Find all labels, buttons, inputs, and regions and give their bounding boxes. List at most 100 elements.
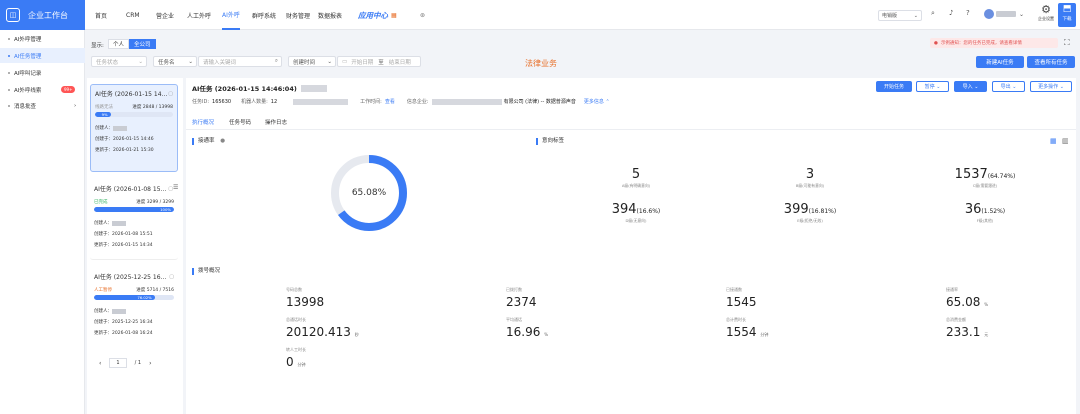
sidebar: AI外呼管理 AI任务管理 AI呼叫记录 AI外呼线索 99+ 消息批查 ›: [0, 30, 85, 414]
stat-d: 394(16.6%) D级(无意向): [611, 202, 661, 223]
list-icon[interactable]: ☰: [173, 184, 178, 191]
progress-bar: 9%: [95, 112, 173, 117]
edition-select[interactable]: 电销版 ⌄: [878, 10, 922, 21]
kpi-total-duration: 总通话时长 20120.413 秒: [286, 317, 359, 339]
warning-icon: ●: [934, 40, 938, 46]
nav-group-call[interactable]: 群呼系统: [252, 0, 276, 30]
grid-view-icon[interactable]: ▦: [1050, 137, 1057, 145]
next-page-button[interactable]: ›: [149, 360, 151, 367]
search-icon[interactable]: ⌕: [931, 9, 935, 18]
kpi-dialed: 已拨打数 2374: [506, 287, 537, 309]
count-badge: 99+: [61, 86, 76, 93]
import-button[interactable]: 导入 ⌄: [954, 81, 987, 92]
nav-reports[interactable]: 数据报表: [318, 0, 342, 30]
stat-a: 5 A级(有明确意向): [621, 167, 651, 188]
download-button[interactable]: ⬒ 下载: [1058, 3, 1076, 27]
task-card[interactable]: AI任务 (2026-01-08 15... ▢ 已完成 进度 3299 / 3…: [90, 180, 178, 260]
creator-name: [112, 309, 126, 314]
kpi-transfer-duration: 转人工时长 0 分钟: [286, 347, 306, 369]
task-card[interactable]: AI任务 (2026-01-15 14... ▢ 线路无法 进度 2848 / …: [90, 84, 178, 172]
progress-fill: 9%: [95, 112, 111, 117]
name-select[interactable]: 任务名 ⌄: [153, 56, 197, 67]
date-range[interactable]: ▭ 开始日期 至 结束日期: [337, 56, 421, 67]
stat-f: 36(1.52%) F级(其他): [964, 202, 1006, 223]
chevron-down-icon: ⌄: [188, 58, 193, 65]
grid-icon: ▦: [391, 11, 397, 19]
creator-name: [113, 126, 127, 131]
view-all-button[interactable]: 查看所有任务: [1027, 56, 1075, 68]
kpi-total-numbers: 号码总数 13998: [286, 287, 325, 309]
warning-banner: ● 示例通知：您的任务已完成，请查看详情: [930, 38, 1058, 48]
start-task-button[interactable]: 开始任务: [876, 81, 912, 92]
avatar[interactable]: [984, 9, 994, 19]
tab-numbers[interactable]: 任务号码: [229, 118, 251, 126]
business-label: 法律业务: [525, 59, 557, 68]
redacted-text: [293, 98, 349, 105]
export-button[interactable]: 导出 ⌄: [992, 81, 1025, 92]
settings-icon[interactable]: ⊛: [420, 0, 425, 30]
user-name[interactable]: [996, 11, 1016, 17]
pagination: ‹ 1 / 1 ›: [99, 358, 152, 368]
more-actions-button[interactable]: 更多操作 ⌄: [1030, 81, 1072, 92]
copy-icon[interactable]: ▢: [169, 274, 174, 280]
keyword-input[interactable]: 请输入关键词 ⌕: [198, 56, 282, 67]
status-select[interactable]: 任务状态 ⌄: [91, 56, 147, 67]
nav-ai-call[interactable]: AI外呼: [222, 0, 240, 30]
enterprise-settings[interactable]: ⚙ 企业设置: [1035, 4, 1057, 22]
connect-rate-title: 接通率 ●: [192, 138, 225, 145]
progress-fill: 76.02%: [94, 295, 155, 300]
toggle-company[interactable]: 全公司: [129, 39, 156, 49]
help-icon[interactable]: ?: [966, 9, 970, 17]
tab-logs[interactable]: 操作日志: [265, 118, 287, 126]
sidebar-item-message[interactable]: 消息批查 ›: [0, 98, 85, 113]
creator-name: [112, 221, 126, 226]
chevron-down-icon: ⌄: [327, 58, 332, 65]
progress-bar: 76.02%: [94, 295, 174, 300]
kpi-connect-rate: 接通率 65.08 %: [946, 287, 988, 309]
sidebar-item-ai-call-records[interactable]: AI呼叫记录: [0, 65, 85, 80]
app-center-link[interactable]: 应用中心 ▦: [358, 0, 397, 30]
fullscreen-icon[interactable]: ⛶: [1064, 38, 1070, 48]
brand-title: 企业工作台: [28, 10, 68, 20]
calendar-icon: ▭: [342, 58, 348, 65]
nav-finance[interactable]: 财务管理: [286, 0, 310, 30]
info-icon[interactable]: ●: [220, 138, 225, 144]
redacted-text: [300, 84, 327, 92]
nav-manual-call[interactable]: 人工外呼: [187, 0, 211, 30]
nav-enterprise[interactable]: 营企业: [156, 0, 174, 30]
task-list: AI任务 (2026-01-15 14... ▢ 线路无法 进度 2848 / …: [87, 78, 183, 414]
download-icon: ⬒: [1062, 4, 1072, 14]
bar-chart-icon[interactable]: ▥: [1062, 137, 1069, 145]
pause-button[interactable]: 暂停 ⌄: [916, 81, 949, 92]
task-detail: AI任务 (2026-01-15 14:46:04) 任务ID: 165630 …: [186, 78, 1076, 414]
brand[interactable]: ◫ 企业工作台: [0, 0, 85, 30]
sidebar-item-ai-call-manage[interactable]: AI外呼管理: [0, 31, 85, 46]
chevron-down-icon: ⌄: [913, 12, 918, 19]
chevron-down-icon: ⌄: [138, 58, 143, 65]
chevron-right-icon: ›: [74, 102, 77, 109]
divider: [186, 129, 1076, 130]
search-icon[interactable]: ⌕: [275, 58, 278, 65]
top-bar: ◫ 企业工作台 首页 CRM 营企业 人工外呼 AI外呼 群呼系统 财务管理 数…: [0, 0, 1080, 30]
chevron-down-icon[interactable]: ⌄: [1019, 11, 1024, 18]
progress-bar: 100%: [94, 207, 174, 212]
display-label: 显示:: [91, 43, 104, 49]
page-input[interactable]: 1: [109, 358, 127, 368]
task-card[interactable]: AI任务 (2025-12-25 16... ▢ 人工暂停 进度 5714 / …: [90, 268, 178, 348]
kpi-average: 平均通话 16.96 %: [506, 317, 548, 339]
sidebar-item-ai-task-manage[interactable]: AI任务管理: [0, 48, 85, 63]
sidebar-item-ai-leads[interactable]: AI外呼线索 99+: [0, 82, 85, 97]
nav-crm[interactable]: CRM: [126, 0, 140, 30]
worktime-link[interactable]: 查看: [385, 98, 395, 105]
kpi-total-cost: 总消费金额 233.1 元: [946, 317, 989, 339]
time-type-select[interactable]: 创建时间 ⌄: [288, 56, 336, 67]
dial-overview-title: 拨号概况: [192, 268, 220, 275]
new-task-button[interactable]: 新建AI任务: [976, 56, 1024, 68]
copy-icon[interactable]: ▢: [168, 91, 173, 97]
more-info-link[interactable]: 更多信息 ⌃: [584, 98, 610, 105]
prev-page-button[interactable]: ‹: [99, 360, 101, 367]
bell-icon[interactable]: ♪: [949, 9, 953, 17]
toggle-personal[interactable]: 个人: [108, 39, 130, 49]
nav-home[interactable]: 首页: [95, 0, 107, 30]
task-meta: 任务ID: 165630 机器人数量: 12 工作时间: 查看 信息企业: 有限…: [192, 98, 610, 105]
